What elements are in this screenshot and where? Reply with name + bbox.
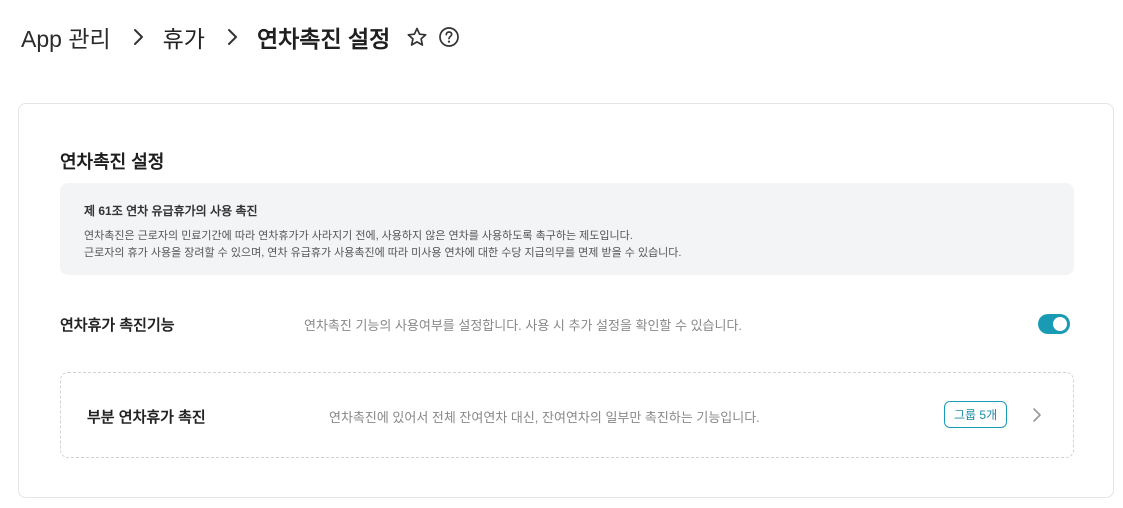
group-count-button[interactable]: 그룹 5개	[944, 401, 1008, 428]
chevron-right-icon[interactable]	[1031, 405, 1043, 425]
partial-description: 연차촉진에 있어서 전체 잔여연차 대신, 잔여연차의 일부만 촉진하는 기능입…	[329, 410, 760, 425]
help-icon[interactable]	[438, 26, 460, 48]
partial-promotion-row[interactable]: 부분 연차휴가 촉진 연차촉진에 있어서 전체 잔여연차 대신, 잔여연차의 일…	[60, 372, 1074, 458]
info-box: 제 61조 연차 유급휴가의 사용 촉진 연차촉진은 근로자의 민료기간에 따라…	[60, 183, 1074, 275]
chevron-right-icon	[225, 22, 239, 52]
partial-label: 부분 연차휴가 촉진	[87, 409, 206, 426]
toggle-knob	[1053, 317, 1067, 331]
info-line: 연차촉진은 근로자의 민료기간에 따라 연차휴가가 사라지기 전에, 사용하지 …	[84, 230, 633, 242]
breadcrumb-app-management[interactable]: App 관리	[21, 20, 111, 54]
feature-description: 연차촉진 기능의 사용여부를 설정합니다. 사용 시 추가 설정을 확인할 수 …	[304, 317, 743, 333]
info-line: 근로자의 휴가 사용을 장려할 수 있으며, 연차 유급휴가 사용촉진에 따라 …	[84, 247, 682, 259]
star-icon[interactable]	[406, 26, 428, 48]
settings-card: 연차촉진 설정 제 61조 연차 유급휴가의 사용 촉진 연차촉진은 근로자의 …	[18, 103, 1114, 498]
promotion-toggle[interactable]	[1038, 314, 1070, 334]
section-title: 연차촉진 설정	[60, 152, 165, 172]
breadcrumb: App 관리 휴가 연차촉진 설정	[21, 22, 460, 52]
breadcrumb-vacation[interactable]: 휴가	[163, 20, 205, 54]
feature-label: 연차휴가 촉진기능	[60, 316, 175, 334]
feature-row: 연차휴가 촉진기능 연차촉진 기능의 사용여부를 설정합니다. 사용 시 추가 …	[60, 311, 1074, 337]
info-title: 제 61조 연차 유급휴가의 사용 촉진	[84, 204, 258, 218]
chevron-right-icon	[131, 22, 145, 52]
page-title: 연차촉진 설정	[256, 26, 391, 52]
